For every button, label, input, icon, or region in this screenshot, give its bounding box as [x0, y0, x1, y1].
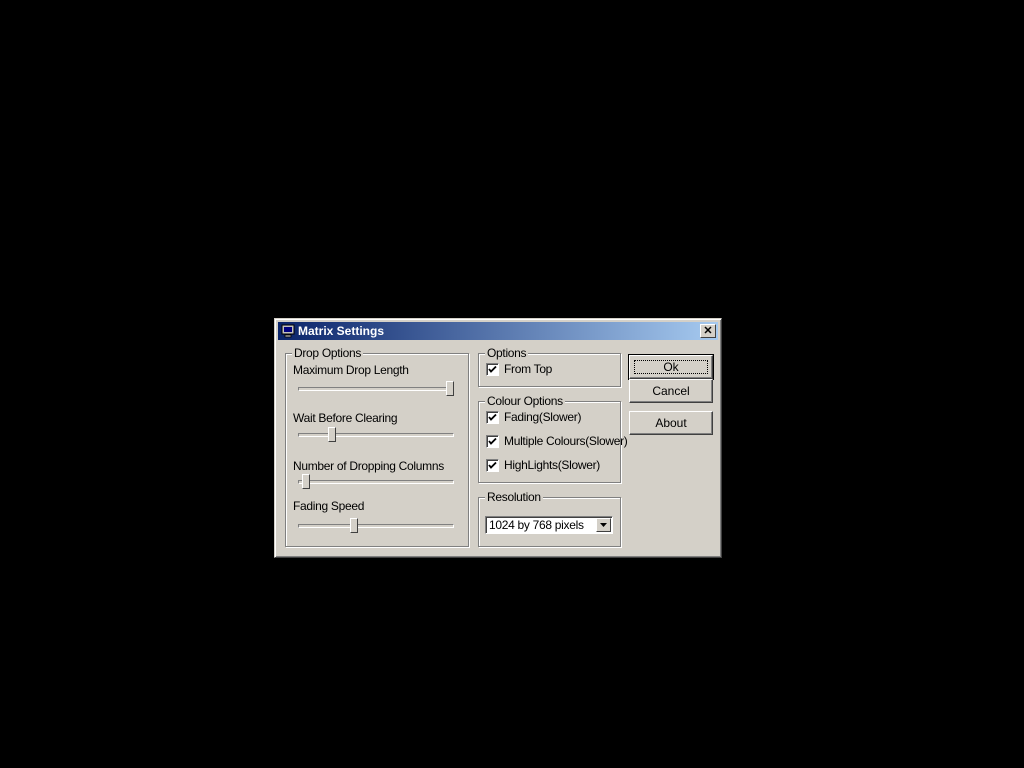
checkmark-icon	[488, 365, 497, 373]
dropping-columns-slider[interactable]	[298, 474, 454, 490]
multiple-colours-label: Multiple Colours(Slower)	[504, 434, 628, 448]
cancel-button[interactable]: Cancel	[629, 379, 713, 403]
close-icon: ✕	[703, 324, 713, 337]
highlights-label: HighLights(Slower)	[504, 458, 600, 472]
slider-thumb[interactable]	[349, 518, 358, 533]
fading-speed-label: Fading Speed	[293, 499, 365, 513]
wait-before-clearing-label: Wait Before Clearing	[293, 411, 398, 425]
dialog-title: Matrix Settings	[298, 324, 385, 338]
drop-options-title: Drop Options	[292, 346, 364, 360]
fading-label: Fading(Slower)	[504, 410, 582, 424]
checkmark-icon	[488, 413, 497, 421]
cancel-button-label: Cancel	[652, 384, 690, 398]
highlights-checkbox[interactable]	[486, 459, 499, 472]
title-bar[interactable]: Matrix Settings ✕	[278, 322, 718, 340]
slider-track	[298, 524, 454, 528]
checkmark-icon	[488, 461, 497, 469]
options-title: Options	[485, 346, 529, 360]
max-drop-length-slider[interactable]	[298, 381, 454, 397]
ok-button-label: Ok	[663, 360, 679, 374]
resolution-select[interactable]: 1024 by 768 pixels	[485, 516, 613, 534]
from-top-label: From Top	[504, 362, 553, 376]
wait-before-clearing-slider[interactable]	[298, 427, 454, 443]
slider-track	[298, 480, 454, 484]
close-button[interactable]: ✕	[700, 324, 716, 338]
slider-track	[298, 433, 454, 437]
resolution-value: 1024 by 768 pixels	[489, 518, 584, 532]
fading-checkbox[interactable]	[486, 411, 499, 424]
resolution-dropdown-button[interactable]	[596, 518, 611, 532]
slider-track	[298, 387, 454, 391]
dropping-columns-label: Number of Dropping Columns	[293, 459, 444, 473]
fading-speed-slider[interactable]	[298, 518, 454, 534]
max-drop-length-label: Maximum Drop Length	[293, 363, 409, 377]
about-button[interactable]: About	[629, 411, 713, 435]
about-button-label: About	[655, 416, 687, 430]
checkmark-icon	[488, 437, 497, 445]
ok-button[interactable]: Ok	[628, 354, 714, 380]
resolution-title: Resolution	[485, 490, 543, 504]
multiple-colours-checkbox[interactable]	[486, 435, 499, 448]
monitor-icon	[281, 324, 295, 338]
slider-thumb[interactable]	[302, 474, 311, 489]
colour-options-title: Colour Options	[485, 394, 565, 408]
dropdown-arrow-icon	[600, 523, 607, 527]
slider-thumb[interactable]	[446, 381, 454, 396]
slider-thumb[interactable]	[327, 427, 336, 442]
from-top-checkbox[interactable]	[486, 363, 499, 376]
